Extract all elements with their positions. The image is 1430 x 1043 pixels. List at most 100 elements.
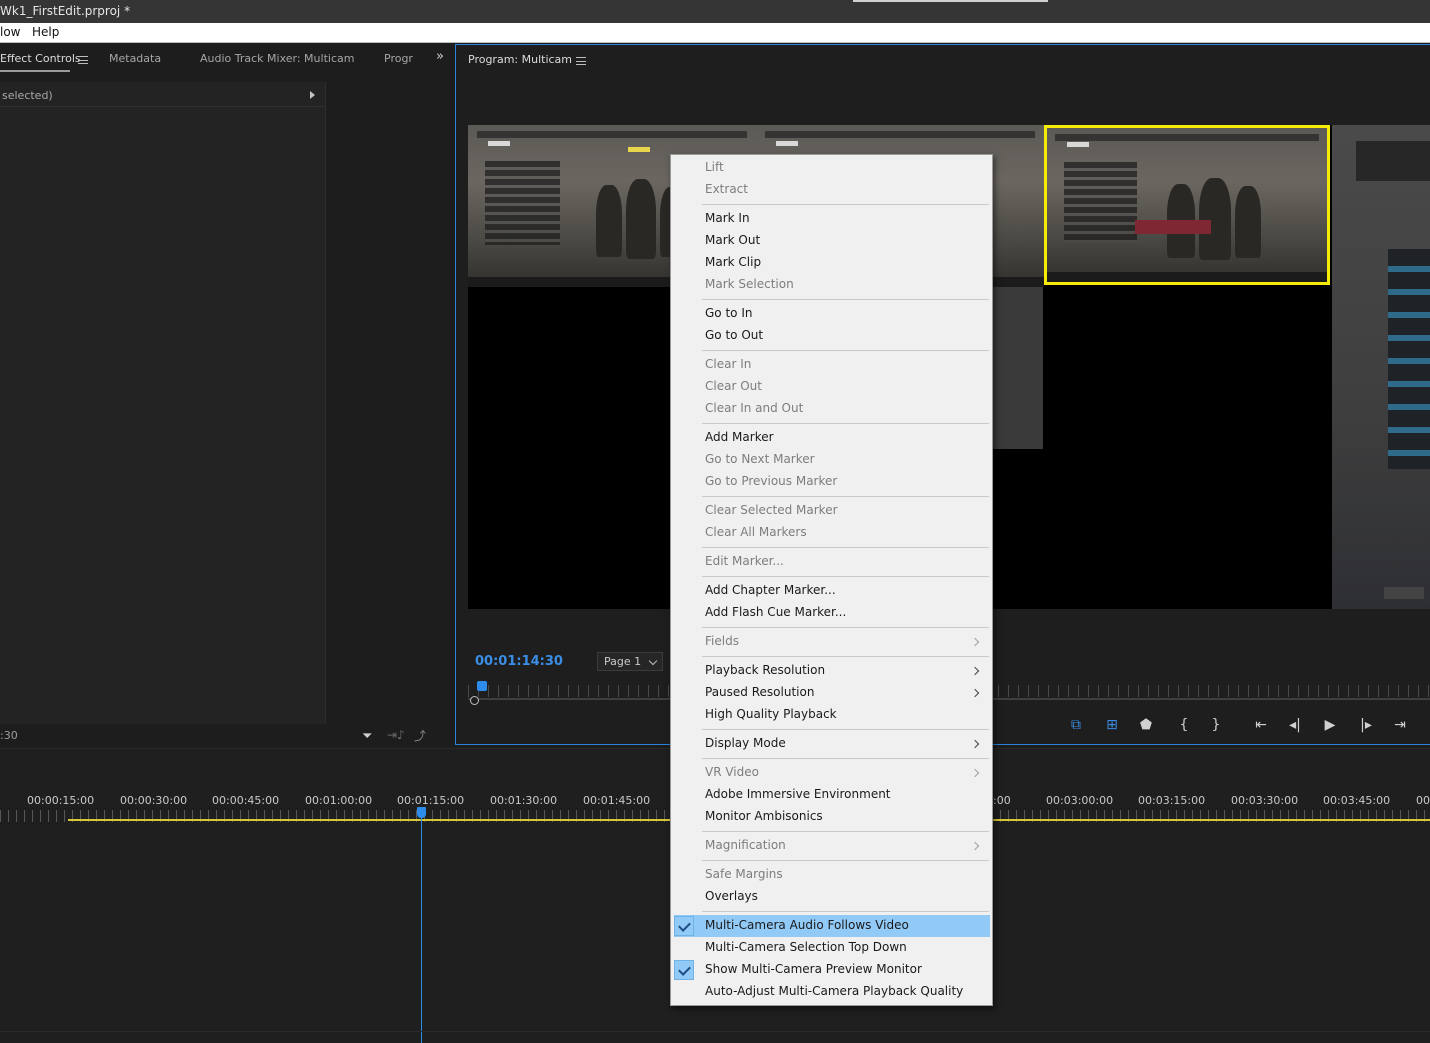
tab-effect-controls[interactable]: Effect Controls <box>0 52 81 65</box>
menu-item-go-to-next-marker: Go to Next Marker <box>671 449 992 471</box>
play-icon[interactable]: ▶ <box>1320 716 1340 734</box>
menu-item-label: Safe Margins <box>705 867 783 881</box>
menu-separator <box>702 204 989 205</box>
audio-clip-icon[interactable]: ⇥♪ <box>387 728 405 742</box>
menu-item-add-chapter-marker[interactable]: Add Chapter Marker... <box>671 580 992 602</box>
menu-item-label: VR Video <box>705 765 759 779</box>
menu-item-label: Display Mode <box>705 736 786 750</box>
menu-item-go-to-previous-marker: Go to Previous Marker <box>671 471 992 493</box>
timeline-playhead-handle[interactable] <box>417 807 426 818</box>
menu-item-label: Mark Selection <box>705 277 794 291</box>
menu-item-mark-out[interactable]: Mark Out <box>671 230 992 252</box>
multicam-page-select[interactable]: Page 1 <box>597 652 663 671</box>
timeline-playhead-line[interactable] <box>421 809 422 1043</box>
menu-item-label: Go to In <box>705 306 753 320</box>
menu-separator <box>702 656 989 657</box>
program-monitor-title[interactable]: Program: Multicam <box>468 53 572 66</box>
ruler-time: 00:00:15:00 <box>27 794 95 807</box>
safe-margins-icon[interactable]: ⊞ <box>1102 716 1122 734</box>
menu-item-monitor-ambisonics[interactable]: Monitor Ambisonics <box>671 806 992 828</box>
tab-audio-track-mixer[interactable]: Audio Track Mixer: Multicam <box>200 52 354 65</box>
monitor-zoom-handle[interactable] <box>470 696 479 705</box>
menu-item-lift: Lift <box>671 157 992 179</box>
menu-window[interactable]: low <box>0 25 21 39</box>
menu-item-label: Go to Previous Marker <box>705 474 838 488</box>
go-to-out-icon[interactable]: ⇥ <box>1390 716 1410 734</box>
marker-icon[interactable]: ⬟ <box>1136 716 1156 734</box>
menu-item-add-marker[interactable]: Add Marker <box>671 427 992 449</box>
ruler-time: 00:03:45:00 <box>1323 794 1391 807</box>
menu-item-add-flash-cue-marker[interactable]: Add Flash Cue Marker... <box>671 602 992 624</box>
ruler-time: 00:01:00:00 <box>305 794 373 807</box>
menu-item-edit-marker: Edit Marker... <box>671 551 992 573</box>
page-select-value: Page 1 <box>604 655 642 668</box>
menu-help[interactable]: Help <box>32 25 59 39</box>
menu-item-auto-adjust-multi-camera-playback-quality[interactable]: Auto-Adjust Multi-Camera Playback Qualit… <box>671 981 992 1003</box>
menu-item-multi-camera-selection-top-down[interactable]: Multi-Camera Selection Top Down <box>671 937 992 959</box>
menu-item-playback-resolution[interactable]: Playback Resolution <box>671 660 992 682</box>
menu-item-label: Mark Clip <box>705 255 762 269</box>
ruler-time: 00:01:45:00 <box>583 794 651 807</box>
menu-item-label: Multi-Camera Audio Follows Video <box>705 918 909 932</box>
menu-item-fields: Fields <box>671 631 992 653</box>
submenu-chevron-icon <box>970 637 980 647</box>
menu-item-go-to-out[interactable]: Go to Out <box>671 325 992 347</box>
menu-item-label: Adobe Immersive Environment <box>705 787 891 801</box>
menu-item-paused-resolution[interactable]: Paused Resolution <box>671 682 992 704</box>
menu-item-label: Edit Marker... <box>705 554 784 568</box>
filter-icon[interactable]: ⏷ <box>362 729 372 744</box>
step-forward-icon[interactable]: |▸ <box>1356 716 1376 734</box>
ruler-time: 00:03:30:00 <box>1231 794 1299 807</box>
menu-item-show-multi-camera-preview-monitor[interactable]: Show Multi-Camera Preview Monitor <box>671 959 992 981</box>
go-to-in-icon[interactable]: ⇤ <box>1251 716 1271 734</box>
menu-item-display-mode[interactable]: Display Mode <box>671 733 992 755</box>
menu-separator <box>702 350 989 351</box>
menu-item-mark-in[interactable]: Mark In <box>671 208 992 230</box>
menu-separator <box>702 299 989 300</box>
program-menu-icon[interactable] <box>576 57 586 65</box>
camera-angle-3-active[interactable] <box>1044 125 1330 285</box>
tab-program-truncated[interactable]: Progr <box>384 52 413 65</box>
panel-menu-icon[interactable] <box>78 56 88 64</box>
clip-label: selected) <box>2 89 53 102</box>
mark-out-icon[interactable]: } <box>1206 716 1226 734</box>
chevron-down-icon <box>648 656 658 666</box>
export-icon[interactable]: ⤴ <box>414 727 426 744</box>
checkmark-icon <box>674 960 694 980</box>
menu-item-extract: Extract <box>671 179 992 201</box>
menu-item-overlays[interactable]: Overlays <box>671 886 992 908</box>
menu-item-label: Monitor Ambisonics <box>705 809 823 823</box>
menu-item-mark-clip[interactable]: Mark Clip <box>671 252 992 274</box>
context-menu: Lift Extract Mark In Mark Out Mark Clip Mark … <box>670 154 993 1006</box>
menu-item-label: Multi-Camera Selection Top Down <box>705 940 907 954</box>
camera-angle-4[interactable] <box>1332 125 1430 609</box>
menu-item-label: Clear In and Out <box>705 401 804 415</box>
playhead-timecode[interactable]: 00:01:14:30 <box>475 654 563 669</box>
checkmark-icon <box>674 916 694 936</box>
multicam-toggle-icon[interactable]: ⧉ <box>1066 716 1086 734</box>
menu-item-label: Clear Out <box>705 379 762 393</box>
menu-bar: low Help <box>0 23 1430 43</box>
overflow-tabs-icon[interactable]: » <box>436 49 444 64</box>
tab-metadata[interactable]: Metadata <box>109 52 161 65</box>
window-title: Wk1_FirstEdit.prproj * <box>0 4 131 18</box>
expand-triangle-icon[interactable] <box>310 91 315 99</box>
mark-in-icon[interactable]: { <box>1174 716 1194 734</box>
menu-item-adobe-immersive-environment[interactable]: Adobe Immersive Environment <box>671 784 992 806</box>
monitor-playhead-handle[interactable] <box>477 681 487 691</box>
ruler-time: 00:03:15:00 <box>1138 794 1206 807</box>
menu-item-label: Clear All Markers <box>705 525 807 539</box>
menu-item-label: Paused Resolution <box>705 685 815 699</box>
menu-separator <box>702 831 989 832</box>
submenu-chevron-icon <box>970 841 980 851</box>
menu-item-go-to-in[interactable]: Go to In <box>671 303 992 325</box>
menu-item-multi-camera-audio-follows-video[interactable]: Multi-Camera Audio Follows Video <box>674 915 990 937</box>
menu-item-label: Mark Out <box>705 233 761 247</box>
menu-item-label: Add Chapter Marker... <box>705 583 836 597</box>
menu-item-label: Clear In <box>705 357 752 371</box>
title-bar-accent <box>853 0 1048 2</box>
step-back-icon[interactable]: ◂| <box>1285 716 1305 734</box>
menu-item-high-quality-playback[interactable]: High Quality Playback <box>671 704 992 726</box>
menu-item-clear-out: Clear Out <box>671 376 992 398</box>
ruler-time: 00:01:15:00 <box>397 794 465 807</box>
